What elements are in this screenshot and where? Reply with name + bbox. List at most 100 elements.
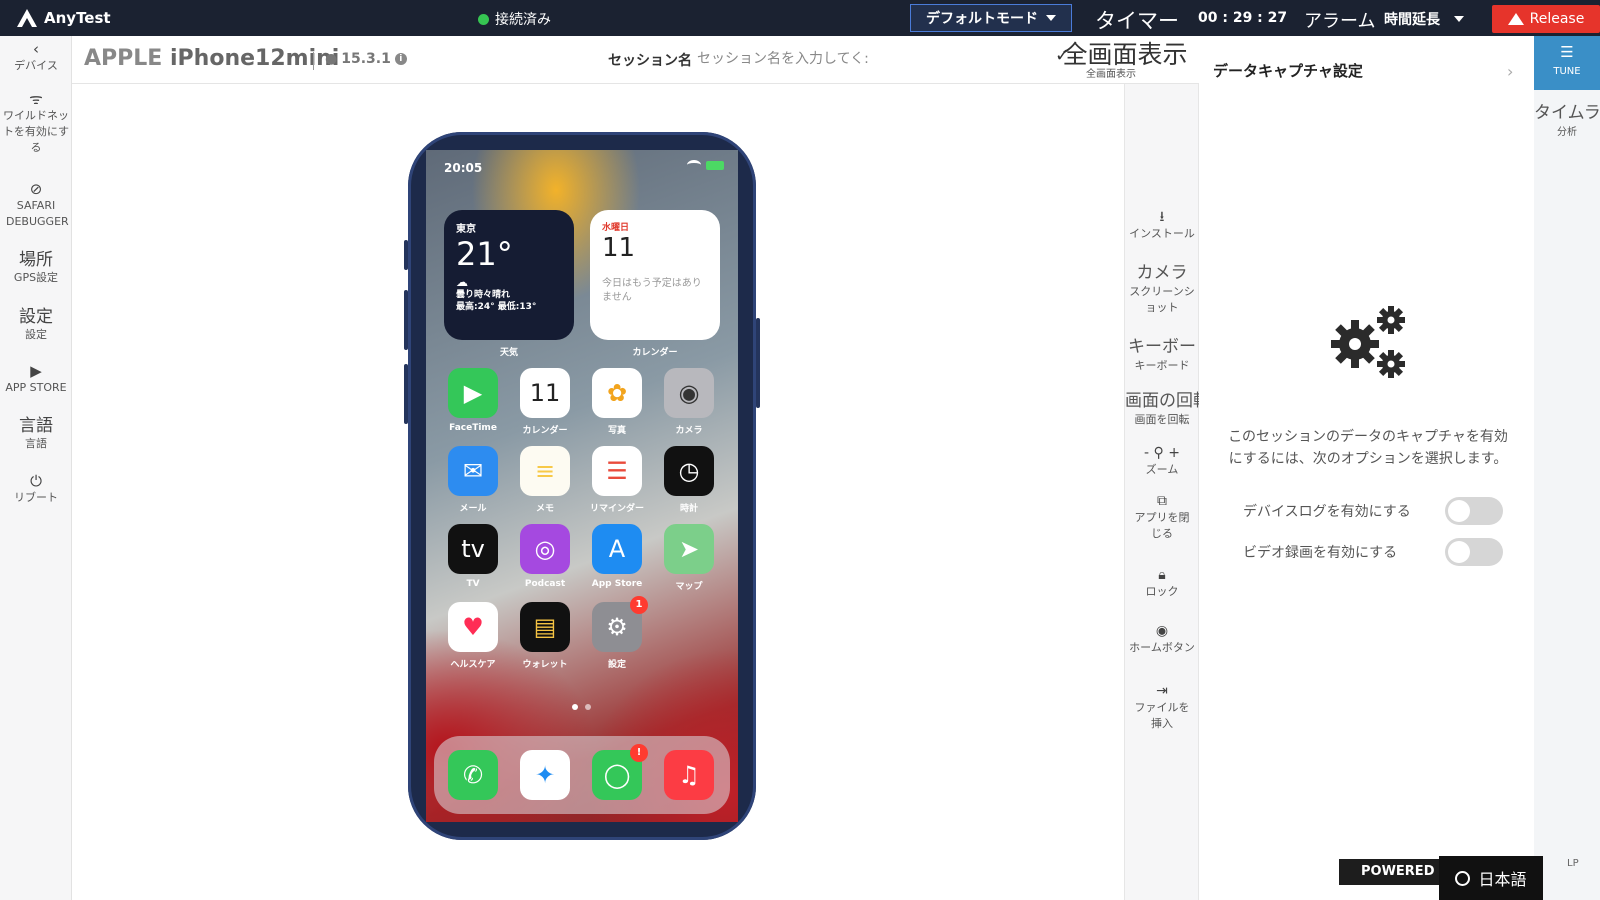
- app-label: マップ: [675, 582, 703, 592]
- download-icon: ⭳: [1159, 209, 1165, 225]
- app-icon-2[interactable]: 11: [520, 368, 570, 418]
- nav-gps[interactable]: 場所 GPS設定: [0, 250, 72, 286]
- fullscreen-big-label: 全画面表示: [1062, 40, 1188, 69]
- nav-settings[interactable]: 設定 設定: [0, 307, 72, 343]
- home-button-icon: ◉: [1155, 623, 1169, 639]
- tool-big-label: キーボー: [1128, 337, 1196, 357]
- dock-safari-icon[interactable]: ✦: [520, 750, 570, 800]
- app-icon-9[interactable]: tv: [448, 524, 498, 574]
- tune-button[interactable]: ☰ TUNE: [1534, 36, 1600, 90]
- help-label[interactable]: LP: [1567, 858, 1579, 869]
- tool-label: ズーム: [1145, 463, 1179, 476]
- tool-zoom[interactable]: - ⚲ + ズーム: [1125, 444, 1199, 478]
- weather-widget[interactable]: 東京 21° ☁ 曇り時々晴れ 最高:24° 最低:13°: [444, 210, 574, 340]
- device-header: APPLE iPhone12mini ● 15.3.1 i セッション名 ✓ 全…: [72, 36, 1199, 84]
- nav-safari-debugger[interactable]: ⊘ SAFARI DEBUGGER: [0, 180, 72, 230]
- app-label: 設定: [607, 660, 626, 670]
- nav-label: SAFARI DEBUGGER: [6, 199, 69, 228]
- tool-close-app[interactable]: ⧉ アプリを閉じる: [1125, 492, 1199, 542]
- app-icon-11[interactable]: A: [592, 524, 642, 574]
- app-label: カメラ: [675, 426, 703, 436]
- alarm-label: アラーム: [1304, 11, 1376, 32]
- data-capture-panel: データキャプチャ設定 › このセッションのデータのキャプチャを有効にするには、次…: [1199, 36, 1534, 900]
- widget-label: カレンダー: [632, 348, 678, 358]
- app-icon-4[interactable]: ◉: [664, 368, 714, 418]
- tool-big-label: カメラ: [1136, 263, 1188, 283]
- timeline-analysis-button[interactable]: タイムラ 分析: [1534, 98, 1600, 138]
- tool-keyboard[interactable]: キーボー キーボード: [1125, 336, 1199, 374]
- mode-label: デフォルトモード: [926, 11, 1038, 27]
- device-log-label: デバイスログを有効にする: [1243, 504, 1411, 520]
- nav-label: 設定: [25, 328, 47, 341]
- side-button: [756, 318, 760, 408]
- device-brand: APPLE: [84, 46, 163, 71]
- weather-range: 最高:24° 最低:13°: [456, 302, 537, 312]
- session-name-input[interactable]: [697, 46, 877, 72]
- app-icon-12[interactable]: ➤: [664, 524, 714, 574]
- release-label: Release: [1529, 11, 1585, 27]
- chevron-right-icon[interactable]: ›: [1507, 62, 1513, 81]
- nav-big-label: 言語: [19, 416, 53, 436]
- gears-icon: [1331, 306, 1405, 378]
- nav-label: GPS設定: [13, 271, 59, 284]
- tool-home-button[interactable]: ◉ ホームボタン: [1125, 622, 1199, 656]
- tool-rotate[interactable]: 画面の回転 画面を回転: [1125, 390, 1199, 428]
- fullscreen-button[interactable]: ✓ 全画面表示 全画面表示: [1055, 41, 1195, 81]
- status-dot-icon: [478, 13, 489, 25]
- calendar-widget[interactable]: 水曜日 11 今日はもう予定はありません: [590, 210, 720, 340]
- tool-label: スクリーンショット: [1129, 285, 1195, 314]
- eject-icon: [1507, 13, 1524, 25]
- tool-label: インストール: [1129, 227, 1195, 240]
- panel-description: このセッションのデータのキャプチャを有効にするには、次のオプションを選択します。: [1228, 429, 1508, 467]
- device-log-toggle[interactable]: [1445, 497, 1503, 525]
- panel-title: データキャプチャ設定: [1213, 62, 1363, 80]
- app-icon-7[interactable]: ☰: [592, 446, 642, 496]
- session-label: セッション名: [608, 53, 692, 69]
- phone-screen[interactable]: 20:05 東京 21° ☁ 曇り時々晴れ 最高:24° 最低:13° 天気 水…: [426, 150, 738, 822]
- tool-label: キーボード: [1134, 359, 1190, 372]
- tool-screenshot[interactable]: カメラ スクリーンショット: [1125, 262, 1199, 316]
- app-label: 写真: [607, 426, 626, 436]
- tool-install[interactable]: ⭳ インストール: [1125, 208, 1199, 242]
- mode-dropdown[interactable]: デフォルトモード: [910, 4, 1072, 32]
- app-label: FaceTime: [449, 423, 497, 433]
- app-label: App Store: [591, 579, 643, 589]
- app-icon-5[interactable]: ✉: [448, 446, 498, 496]
- info-icon[interactable]: i: [394, 53, 407, 65]
- dock-phone-icon[interactable]: ✆: [448, 750, 498, 800]
- app-icon-14[interactable]: ▤: [520, 602, 570, 652]
- app-icon-8[interactable]: ◷: [664, 446, 714, 496]
- sliders-icon: ☰: [1560, 43, 1574, 61]
- tool-big-label: 画面の回転: [1125, 391, 1199, 411]
- tool-label: ロック: [1145, 585, 1179, 598]
- power-icon: ⏻: [30, 472, 42, 490]
- far-right-sidebar: ☰ TUNE タイムラ 分析: [1534, 36, 1600, 900]
- app-label: メール: [459, 504, 487, 514]
- dock-music-icon[interactable]: ♫: [664, 750, 714, 800]
- app-icon-3[interactable]: ✿: [592, 368, 642, 418]
- top-bar: AnyTest 接続済み デフォルトモード タイマー 00 : 29 : 27 …: [0, 0, 1600, 36]
- nav-language[interactable]: 言語 言語: [0, 416, 72, 452]
- video-record-toggle[interactable]: [1445, 538, 1503, 566]
- app-label: メモ: [535, 504, 554, 514]
- language-selector[interactable]: 日本語: [1439, 856, 1543, 900]
- tool-label: ファイルを挿入: [1134, 701, 1190, 730]
- tool-lock[interactable]: 🔒︎ ロック: [1125, 566, 1199, 600]
- device-log-toggle-row: デバイスログを有効にする: [1243, 496, 1503, 526]
- app-icon-6[interactable]: ≡: [520, 446, 570, 496]
- extend-time-dropdown[interactable]: 時間延長: [1384, 9, 1464, 29]
- nav-app-store[interactable]: ▶ APP STORE: [0, 362, 72, 396]
- anytest-logo[interactable]: AnyTest: [16, 8, 111, 28]
- tool-insert-file[interactable]: ⇥ ファイルを挿入: [1125, 682, 1199, 732]
- release-button[interactable]: Release: [1492, 5, 1600, 33]
- file-insert-icon: ⇥: [1156, 683, 1168, 699]
- app-icon-1[interactable]: ▶: [448, 368, 498, 418]
- nav-wildnet[interactable]: ᯤ ワイルドネットを有効にする: [0, 90, 72, 156]
- nav-device[interactable]: ‹ デバイス: [0, 40, 72, 74]
- tool-label: 画面を回転: [1134, 413, 1190, 426]
- status-bar-time: 20:05: [444, 161, 483, 175]
- app-icon-10[interactable]: ◎: [520, 524, 570, 574]
- app-icon-13[interactable]: ♥: [448, 602, 498, 652]
- nav-reboot[interactable]: ⏻ リブート: [0, 472, 72, 506]
- tune-label: TUNE: [1553, 66, 1581, 77]
